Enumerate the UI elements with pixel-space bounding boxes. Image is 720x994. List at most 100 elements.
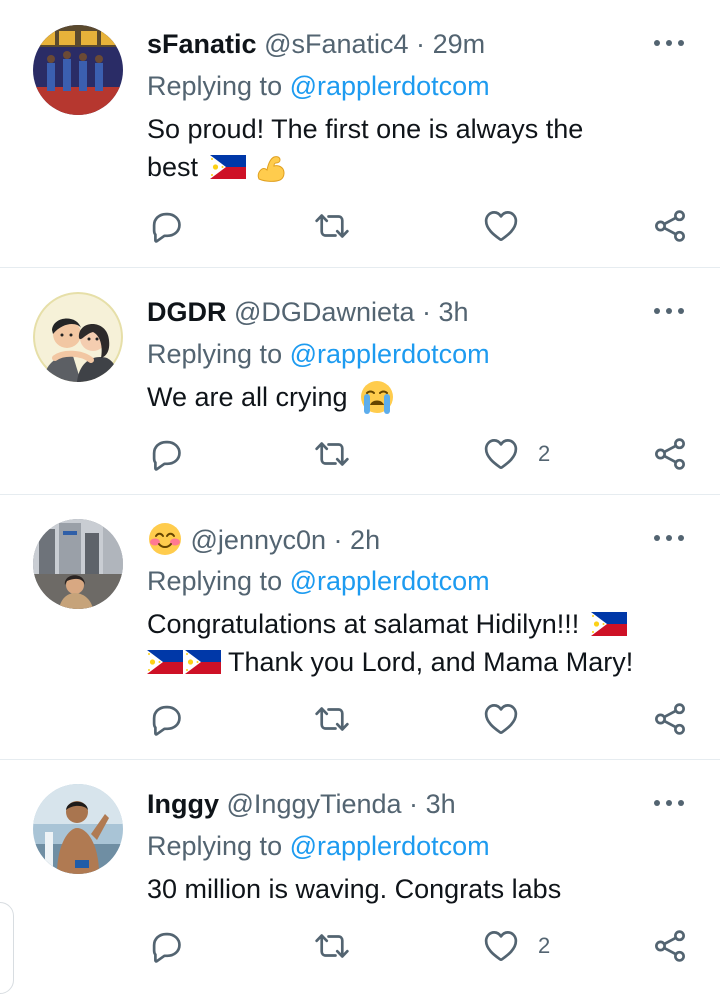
replying-prefix: Replying to <box>147 71 283 101</box>
tweet-text-line: Congratulations at salamat Hidilyn!!! <box>147 605 697 643</box>
tweet-card[interactable]: sFanatic @sFanatic4 · 29m Replying to @r… <box>0 0 720 268</box>
avatar[interactable] <box>33 784 123 874</box>
reply-icon <box>147 207 185 245</box>
share-button[interactable] <box>651 926 689 966</box>
separator-dot: · <box>333 525 343 555</box>
user-handle[interactable]: @InggyTienda <box>227 789 402 819</box>
replying-to: Replying to @rapplerdotcom <box>147 68 490 104</box>
heart-icon <box>482 700 520 738</box>
loudly-crying-face-emoji <box>361 381 394 414</box>
replying-prefix: Replying to <box>147 566 283 596</box>
share-icon <box>651 207 689 245</box>
mention-link[interactable]: @rapplerdotcom <box>290 831 490 861</box>
user-handle[interactable]: @DGDawnieta <box>234 297 414 327</box>
replying-to: Replying to @rapplerdotcom <box>147 336 490 372</box>
reply-icon <box>147 700 185 738</box>
timestamp[interactable]: 29m <box>433 29 486 59</box>
separator-dot: · <box>416 29 426 59</box>
tweet-card[interactable]: @jennyc0n · 2h Replying to @rapplerdotco… <box>0 495 720 760</box>
reply-button[interactable] <box>147 699 185 739</box>
tweet-text: 30 million is waving. Congrats labs <box>147 870 697 908</box>
display-name[interactable]: sFanatic <box>147 29 257 59</box>
heart-icon <box>482 927 520 965</box>
tweet-header: DGDR @DGDawnieta · 3h <box>147 294 469 330</box>
retweet-button[interactable] <box>313 699 351 739</box>
reply-icon <box>147 435 185 473</box>
replying-prefix: Replying to <box>147 339 283 369</box>
tweet-header: sFanatic @sFanatic4 · 29m <box>147 26 485 62</box>
edge-handle[interactable] <box>0 902 14 994</box>
like-button[interactable]: 2 <box>482 926 550 966</box>
tweet-text-line: Thank you Lord, and Mama Mary! <box>147 643 697 681</box>
tweet-actions <box>147 699 692 739</box>
like-button[interactable]: 2 <box>482 434 550 474</box>
avatar[interactable] <box>33 519 123 609</box>
tweet-text-fragment: Thank you Lord, and Mama Mary! <box>228 647 634 677</box>
retweet-icon <box>313 435 351 473</box>
tweet-text-line: 30 million is waving. Congrats labs <box>147 874 562 904</box>
reply-button[interactable] <box>147 206 185 246</box>
retweet-icon <box>313 207 351 245</box>
tweet-text: So proud! The first one is always the be… <box>147 110 697 186</box>
retweet-button[interactable] <box>313 926 351 966</box>
retweet-icon <box>313 700 351 738</box>
smiling-face-with-hearts-emoji[interactable] <box>147 521 183 557</box>
share-button[interactable] <box>651 434 689 474</box>
more-options-icon[interactable] <box>652 304 686 318</box>
tweet-text-fragment: best <box>147 152 199 182</box>
timestamp[interactable]: 3h <box>426 789 456 819</box>
like-button[interactable] <box>482 206 538 246</box>
tweet-text: Congratulations at salamat Hidilyn!!! Th… <box>147 605 697 681</box>
reply-button[interactable] <box>147 926 185 966</box>
display-name[interactable]: DGDR <box>147 297 227 327</box>
timestamp[interactable]: 3h <box>439 297 469 327</box>
tweet-text-line: We are all crying <box>147 382 348 412</box>
avatar[interactable] <box>33 292 123 382</box>
retweet-button[interactable] <box>313 434 351 474</box>
tweet-header: Inggy @InggyTienda · 3h <box>147 786 456 822</box>
share-icon <box>651 927 689 965</box>
more-options-icon[interactable] <box>652 796 686 810</box>
avatar[interactable] <box>33 25 123 115</box>
separator-dot: · <box>409 789 419 819</box>
replying-to: Replying to @rapplerdotcom <box>147 828 490 864</box>
display-name[interactable]: Inggy <box>147 789 219 819</box>
tweet-card[interactable]: Inggy @InggyTienda · 3h Replying to @rap… <box>0 760 720 987</box>
mention-link[interactable]: @rapplerdotcom <box>290 339 490 369</box>
user-handle[interactable]: @jennyc0n <box>191 525 327 555</box>
retweet-button[interactable] <box>313 206 351 246</box>
like-count: 2 <box>538 933 551 958</box>
tweet-header: @jennyc0n · 2h <box>147 521 380 558</box>
replying-to: Replying to @rapplerdotcom <box>147 563 490 599</box>
mention-link[interactable]: @rapplerdotcom <box>290 71 490 101</box>
user-handle[interactable]: @sFanatic4 <box>264 29 408 59</box>
reply-button[interactable] <box>147 434 185 474</box>
share-button[interactable] <box>651 206 689 246</box>
retweet-icon <box>313 927 351 965</box>
heart-icon <box>482 435 520 473</box>
philippines-flag-emoji <box>210 152 246 182</box>
timestamp[interactable]: 2h <box>350 525 380 555</box>
share-icon <box>651 700 689 738</box>
more-options-icon[interactable] <box>652 531 686 545</box>
tweet-text-line: So proud! The first one is always the <box>147 114 584 144</box>
like-button[interactable] <box>482 699 538 739</box>
like-count: 2 <box>538 441 551 466</box>
philippines-flag-emoji <box>185 647 221 677</box>
replying-prefix: Replying to <box>147 831 283 861</box>
tweet-actions: 2 <box>147 434 692 474</box>
share-button[interactable] <box>651 699 689 739</box>
tweet-text-line: best <box>147 148 697 186</box>
more-options-icon[interactable] <box>652 36 686 50</box>
separator-dot: · <box>422 297 432 327</box>
tweet-card[interactable]: DGDR @DGDawnieta · 3h Replying to @rappl… <box>0 268 720 495</box>
heart-icon <box>482 207 520 245</box>
reply-icon <box>147 927 185 965</box>
mention-link[interactable]: @rapplerdotcom <box>290 566 490 596</box>
tweet-text: We are all crying <box>147 378 697 416</box>
tweet-actions <box>147 206 692 246</box>
philippines-flag-emoji <box>591 609 627 639</box>
flexed-biceps-emoji <box>257 156 285 182</box>
share-icon <box>651 435 689 473</box>
tweet-text-fragment: Congratulations at salamat Hidilyn!!! <box>147 609 580 639</box>
